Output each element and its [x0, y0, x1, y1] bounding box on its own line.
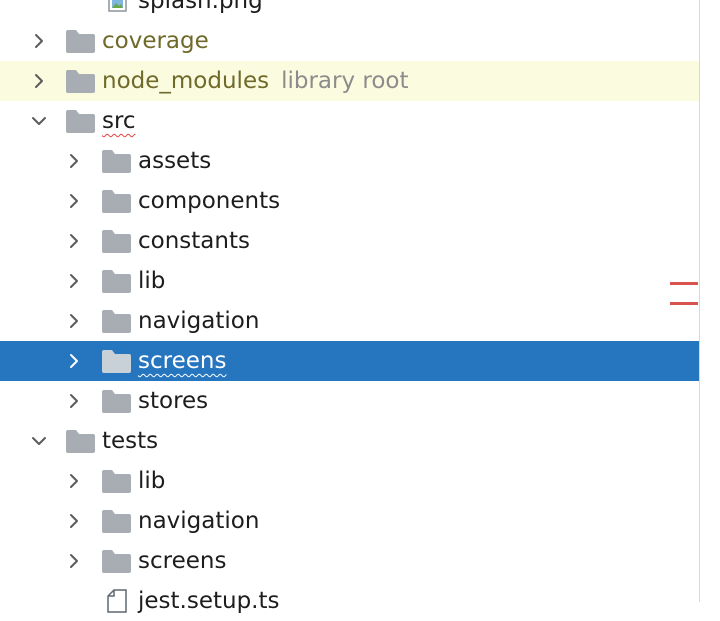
chevron-right-icon[interactable] [65, 392, 83, 410]
chevron-right-icon[interactable] [65, 552, 83, 570]
chevron-down-icon[interactable] [30, 112, 48, 130]
tree-row-stores[interactable]: stores [0, 381, 699, 421]
tree-row-coverage[interactable]: coverage [0, 21, 699, 61]
chevron-right-icon[interactable] [65, 232, 83, 250]
tree-row-components[interactable]: components [0, 181, 699, 221]
folder-icon [66, 430, 95, 453]
chevron-right-icon[interactable] [65, 512, 83, 530]
tree-row-label: constants [138, 228, 250, 254]
project-file-tree: splash.png coverage node_modules library … [0, 0, 699, 621]
tree-row-label: navigation [138, 308, 260, 334]
tree-row-label: node_modules library root [102, 61, 409, 101]
folder-icon [102, 510, 131, 533]
folder-icon [102, 470, 131, 493]
tree-row-splash-png[interactable]: splash.png [0, 0, 699, 21]
tree-row-label: navigation [138, 508, 260, 534]
tree-row-node-modules[interactable]: node_modules library root [0, 61, 699, 101]
folder-icon [66, 110, 95, 133]
tree-row-navigation[interactable]: navigation [0, 301, 699, 341]
tree-row-label: jest.setup.ts [138, 588, 280, 614]
chevron-right-icon[interactable] [65, 312, 83, 330]
folder-icon [102, 350, 131, 373]
folder-icon [102, 190, 131, 213]
folder-icon [102, 390, 131, 413]
folder-icon [66, 70, 95, 93]
panel-divider [699, 0, 700, 602]
folder-icon [102, 310, 131, 333]
tree-row-tests[interactable]: tests [0, 421, 699, 461]
tree-row-jest-setup[interactable]: jest.setup.ts [0, 581, 699, 621]
folder-icon [102, 150, 131, 173]
image-file-icon [108, 0, 127, 12]
folder-icon [66, 30, 95, 53]
tree-row-constants[interactable]: constants [0, 221, 699, 261]
tree-row-assets[interactable]: assets [0, 141, 699, 181]
tree-row-src[interactable]: src [0, 101, 699, 141]
tree-row-label: coverage [102, 28, 209, 54]
tree-row-label: lib [138, 268, 166, 294]
tree-row-label: splash.png [138, 0, 263, 14]
tree-row-lib[interactable]: lib [0, 261, 699, 301]
chevron-right-icon[interactable] [30, 72, 48, 90]
chevron-right-icon[interactable] [65, 352, 83, 370]
tree-row-label: assets [138, 148, 212, 174]
tree-row-label: src [102, 108, 136, 134]
tree-row-label: lib [138, 468, 166, 494]
tree-row-tests-navigation[interactable]: navigation [0, 501, 699, 541]
chevron-down-icon[interactable] [30, 432, 48, 450]
folder-icon [102, 270, 131, 293]
tree-row-tests-screens[interactable]: screens [0, 541, 699, 581]
tree-row-label: stores [138, 388, 209, 414]
tree-row-label: screens [138, 548, 227, 574]
text-file-icon [107, 589, 127, 613]
tree-row-label: components [138, 188, 281, 214]
tree-row-tests-lib[interactable]: lib [0, 461, 699, 501]
folder-icon [102, 230, 131, 253]
chevron-right-icon[interactable] [65, 472, 83, 490]
error-stripe-marker[interactable] [670, 282, 698, 307]
chevron-right-icon[interactable] [65, 152, 83, 170]
chevron-right-icon[interactable] [65, 272, 83, 290]
tree-row-label: screens [138, 348, 227, 374]
folder-name: node_modules [102, 68, 270, 94]
tree-row-label: tests [102, 428, 159, 454]
tree-row-screens-selected[interactable]: screens [0, 341, 699, 381]
chevron-right-icon[interactable] [65, 192, 83, 210]
folder-icon [102, 550, 131, 573]
library-root-suffix: library root [281, 68, 409, 94]
chevron-right-icon[interactable] [30, 32, 48, 50]
